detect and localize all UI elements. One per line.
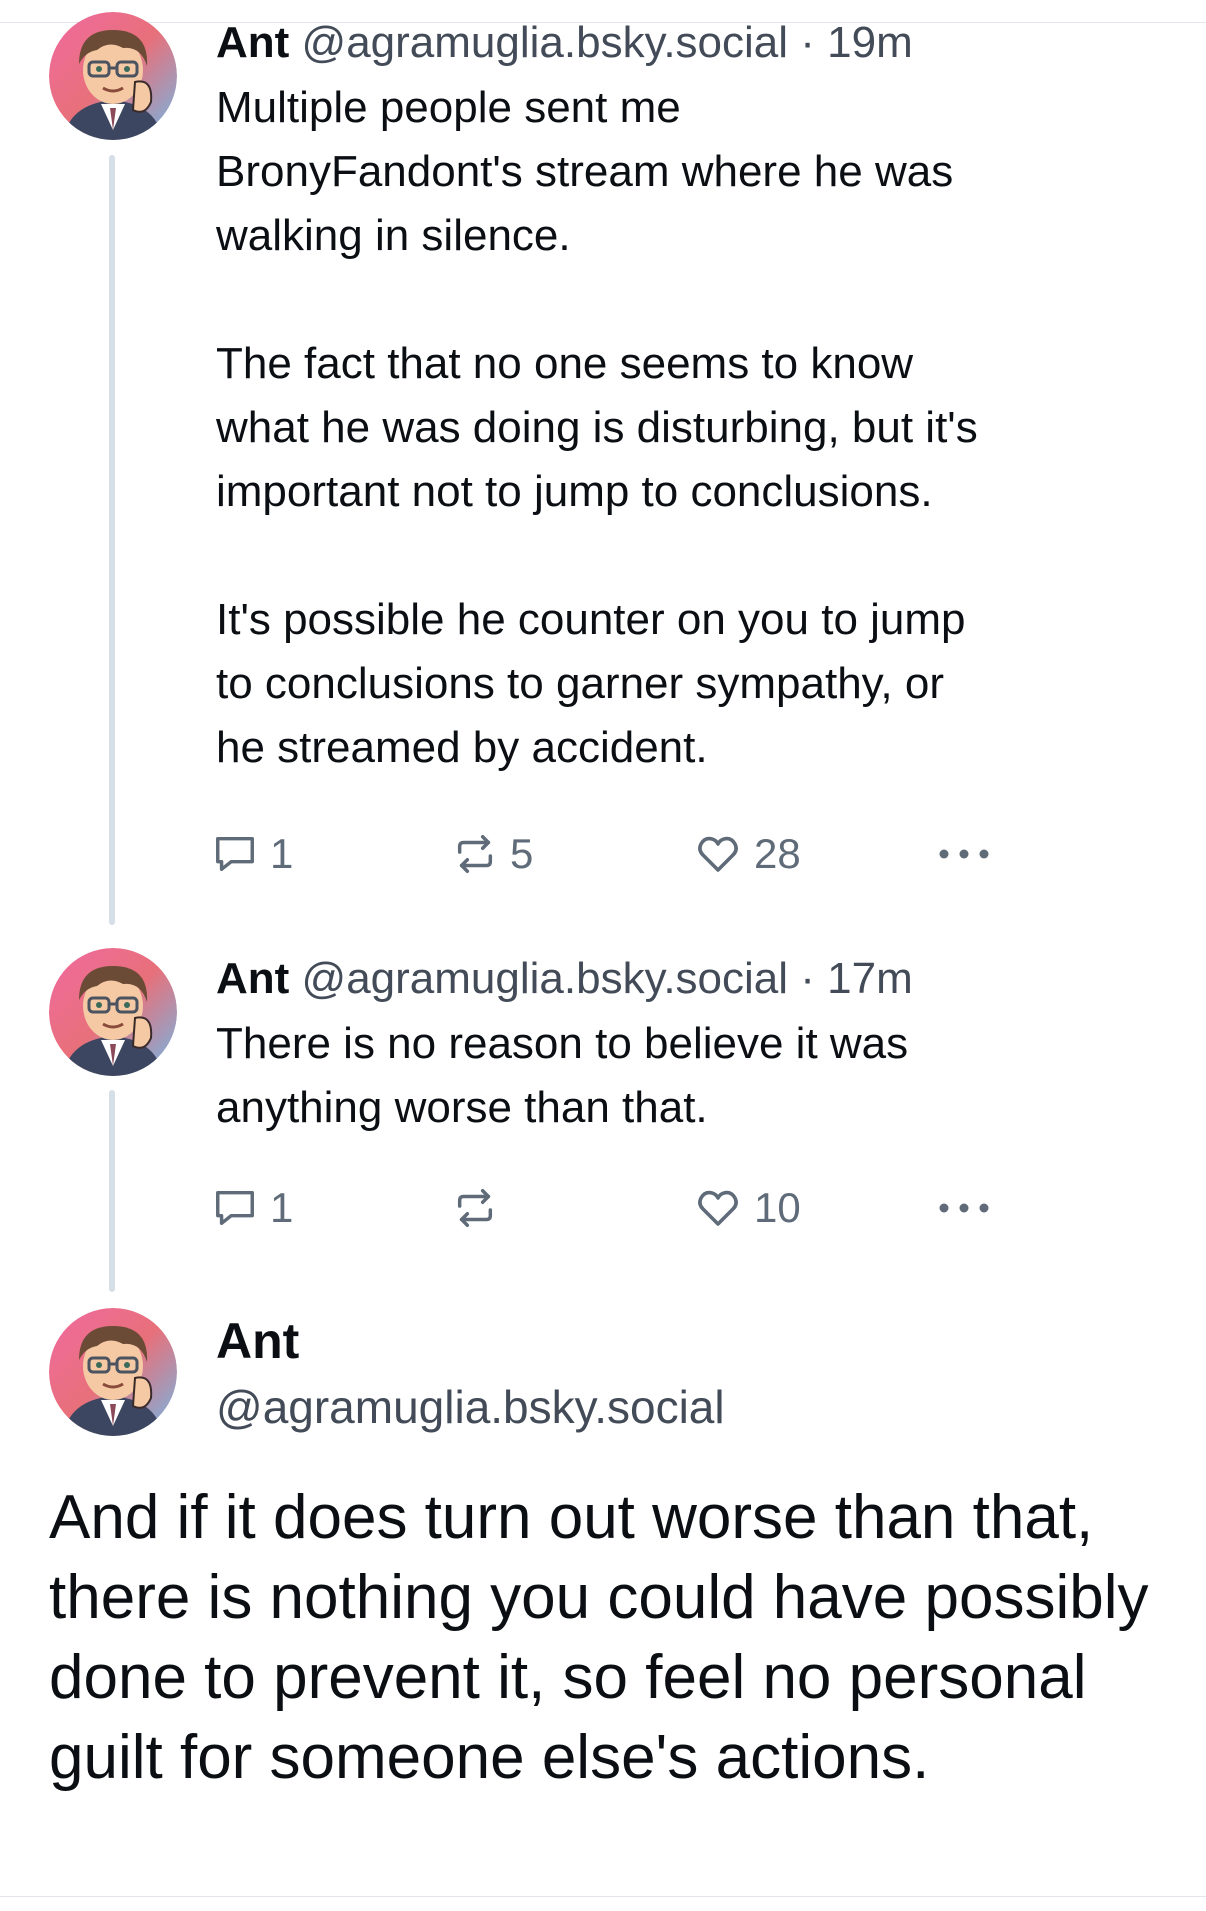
avatar[interactable] [49,1308,177,1436]
ellipsis-icon [939,1203,989,1213]
separator-dot: · [800,18,815,67]
post-header: Ant @agramuglia.bsky.social · 17m [216,952,1176,1006]
repost-arrows-icon [457,1189,493,1227]
post-actions: 1 10 [212,1180,992,1236]
post-text: There is no reason to believe it was any… [216,1019,909,1132]
speech-bubble-icon [216,836,254,872]
author-handle[interactable]: @agramuglia.bsky.social [302,954,789,1003]
ellipsis-icon [939,849,989,859]
reply-button[interactable]: 1 [212,1180,293,1236]
like-button[interactable]: 28 [694,826,801,882]
main-post-text: And if it does turn out worse than that,… [49,1483,1149,1792]
post-text: Multiple people sent me BronyFandont's s… [216,83,978,772]
reply-count: 1 [270,1184,294,1231]
more-options-button[interactable] [936,826,992,882]
post-time[interactable]: 17m [827,954,913,1003]
repost-button[interactable]: 5 [452,826,533,882]
avatar[interactable] [49,12,177,140]
author-name[interactable]: Ant [216,954,289,1003]
avatar[interactable] [49,948,177,1076]
author-handle[interactable]: @agramuglia.bsky.social [216,1380,725,1434]
heart-icon [698,836,738,872]
repost-arrows-icon [457,835,493,873]
author-handle[interactable]: @agramuglia.bsky.social [302,18,789,67]
separator-dot: · [800,954,815,1003]
repost-count: 5 [510,830,534,877]
author-name[interactable]: Ant [216,1312,299,1370]
post-time[interactable]: 19m [827,18,913,67]
speech-bubble-icon [216,1190,254,1226]
reply-button[interactable]: 1 [212,826,293,882]
bottom-divider [0,1896,1206,1897]
thread-line [109,1090,115,1292]
like-count: 10 [754,1184,801,1231]
like-button[interactable]: 10 [694,1180,801,1236]
reply-count: 1 [270,830,294,877]
heart-icon [698,1190,738,1226]
post-header: Ant @agramuglia.bsky.social · 19m [216,16,1176,70]
author-name[interactable]: Ant [216,18,289,67]
repost-button[interactable] [452,1180,510,1236]
post-actions: 1 5 28 [212,826,992,882]
like-count: 28 [754,830,801,877]
thread-line [109,155,115,925]
more-options-button[interactable] [936,1180,992,1236]
